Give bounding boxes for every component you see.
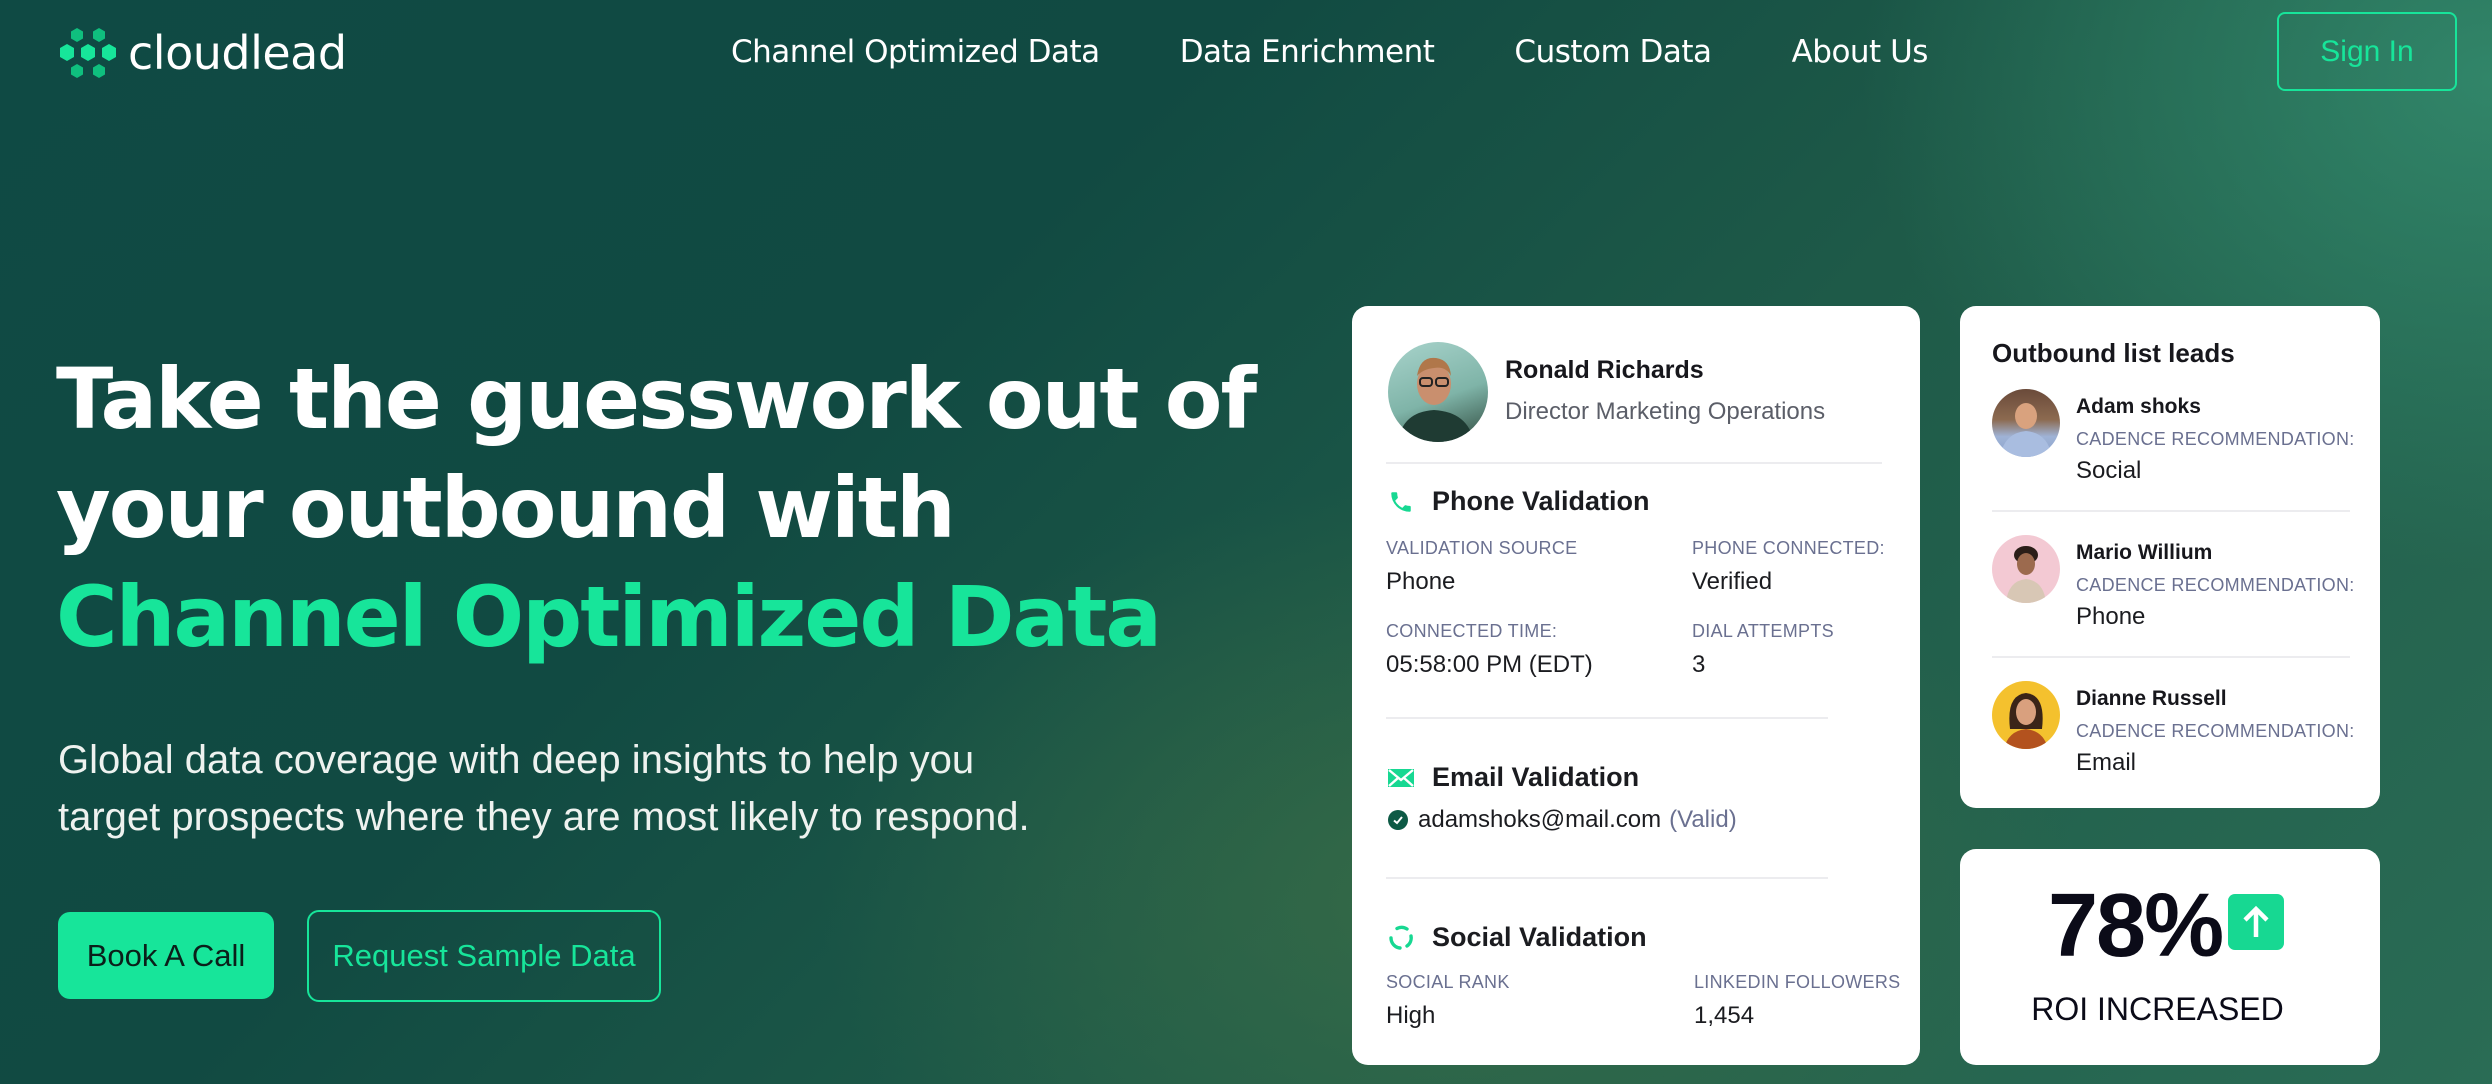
person-photo-icon [1398, 357, 1474, 442]
email-status: (Valid) [1669, 806, 1737, 833]
hero-headline: Take the guesswork out of your outbound … [56, 345, 1257, 672]
divider [1386, 717, 1828, 719]
logo-text: cloudlead [128, 26, 347, 80]
validation-source-label: VALIDATION SOURCE [1386, 538, 1578, 558]
connected-time-value: 05:58:00 PM (EDT) [1386, 651, 1593, 678]
phone-validation-heading: Phone Validation [1386, 486, 1650, 517]
headline-line-1: Take the guesswork out of [56, 350, 1257, 448]
headline-line-2: your outbound with [56, 459, 956, 557]
hero-subtitle: Global data coverage with deep insights … [58, 732, 1208, 846]
subtitle-line-2: target prospects where they are most lik… [58, 795, 1030, 839]
divider [1992, 510, 2350, 512]
email-row: adamshoks@mail.com (Valid) [1388, 806, 1737, 834]
sign-in-button[interactable]: Sign In [2277, 12, 2457, 91]
cadence-label: CADENCE RECOMMENDATION: [2076, 429, 2355, 449]
nav-channel-optimized-data[interactable]: Channel Optimized Data [731, 34, 1100, 70]
linkedin-followers-value: 1,454 [1694, 1002, 1755, 1029]
lead-avatar [1992, 535, 2060, 603]
divider [1386, 877, 1828, 879]
cadence-value: Phone [2076, 603, 2146, 630]
social-rank-value: High [1386, 1002, 1436, 1029]
lead-avatar [1992, 389, 2060, 457]
lead-item[interactable]: Mario Willium CADENCE RECOMMENDATION: Ph… [1992, 535, 2354, 667]
linkedin-followers-label: LINKEDIN FOLLOWERS [1694, 972, 1901, 992]
logo[interactable]: cloudlead [58, 24, 347, 82]
phone-connected-label: PHONE CONNECTED: [1692, 538, 1885, 558]
person-photo-icon [2004, 693, 2048, 749]
lead-name: Mario Willium [2076, 541, 2213, 564]
cadence-value: Social [2076, 457, 2142, 484]
leads-card-title: Outbound list leads [1992, 338, 2235, 368]
divider [1992, 656, 2350, 658]
email-validation-title: Email Validation [1432, 762, 1640, 792]
phone-connected-value: Verified [1692, 568, 1773, 595]
validation-source-value: Phone [1386, 568, 1456, 595]
person-photo-icon [2006, 546, 2046, 603]
profile-job-title: Director Marketing Operations [1505, 398, 1826, 425]
profile-name: Ronald Richards [1505, 356, 1704, 384]
arrow-up-icon [2228, 894, 2284, 950]
cadence-value: Email [2076, 749, 2137, 776]
divider [1386, 462, 1882, 464]
social-validation-heading: Social Validation [1386, 922, 1647, 953]
subtitle-line-1: Global data coverage with deep insights … [58, 738, 975, 782]
roi-value: 78% [2048, 876, 2224, 976]
headline-accent: Channel Optimized Data [56, 568, 1162, 666]
cadence-label: CADENCE RECOMMENDATION: [2076, 575, 2355, 595]
lead-name: Dianne Russell [2076, 687, 2227, 710]
envelope-icon [1386, 763, 1416, 793]
nav-about-us[interactable]: About Us [1792, 34, 1929, 70]
cycle-arrows-icon [1386, 923, 1416, 953]
dial-attempts-label: DIAL ATTEMPTS [1692, 621, 1834, 641]
dial-attempts-value: 3 [1692, 651, 1706, 678]
outbound-leads-card: Outbound list leads Adam shoks CADENCE R… [1960, 306, 2380, 808]
lead-item[interactable]: Adam shoks CADENCE RECOMMENDATION: Socia… [1992, 389, 2354, 521]
person-photo-icon [2000, 403, 2052, 457]
lead-avatar [1992, 681, 2060, 749]
connected-time-label: CONNECTED TIME: [1386, 621, 1558, 641]
cadence-label: CADENCE RECOMMENDATION: [2076, 721, 2355, 741]
roi-label: ROI INCREASED [2031, 991, 2284, 1027]
roi-card: 78% ROI INCREASED [1960, 849, 2380, 1065]
check-circle-icon [1388, 810, 1408, 830]
request-sample-data-button[interactable]: Request Sample Data [307, 910, 661, 1002]
lead-item[interactable]: Dianne Russell CADENCE RECOMMENDATION: E… [1992, 681, 2354, 813]
profile-avatar [1388, 342, 1488, 442]
phone-validation-title: Phone Validation [1432, 486, 1650, 516]
hexagon-cluster-icon [60, 28, 116, 78]
nav-data-enrichment[interactable]: Data Enrichment [1180, 34, 1435, 70]
email-validation-heading: Email Validation [1386, 762, 1639, 793]
main-nav: Channel Optimized Data Data Enrichment C… [731, 30, 1928, 74]
email-address: adamshoks@mail.com [1418, 806, 1662, 833]
social-validation-title: Social Validation [1432, 922, 1647, 952]
phone-icon [1386, 487, 1416, 517]
social-rank-label: SOCIAL RANK [1386, 972, 1510, 992]
book-a-call-button[interactable]: Book A Call [58, 912, 274, 999]
lead-name: Adam shoks [2076, 395, 2201, 418]
nav-custom-data[interactable]: Custom Data [1514, 34, 1712, 70]
profile-validation-card: Ronald Richards Director Marketing Opera… [1352, 306, 1920, 1065]
